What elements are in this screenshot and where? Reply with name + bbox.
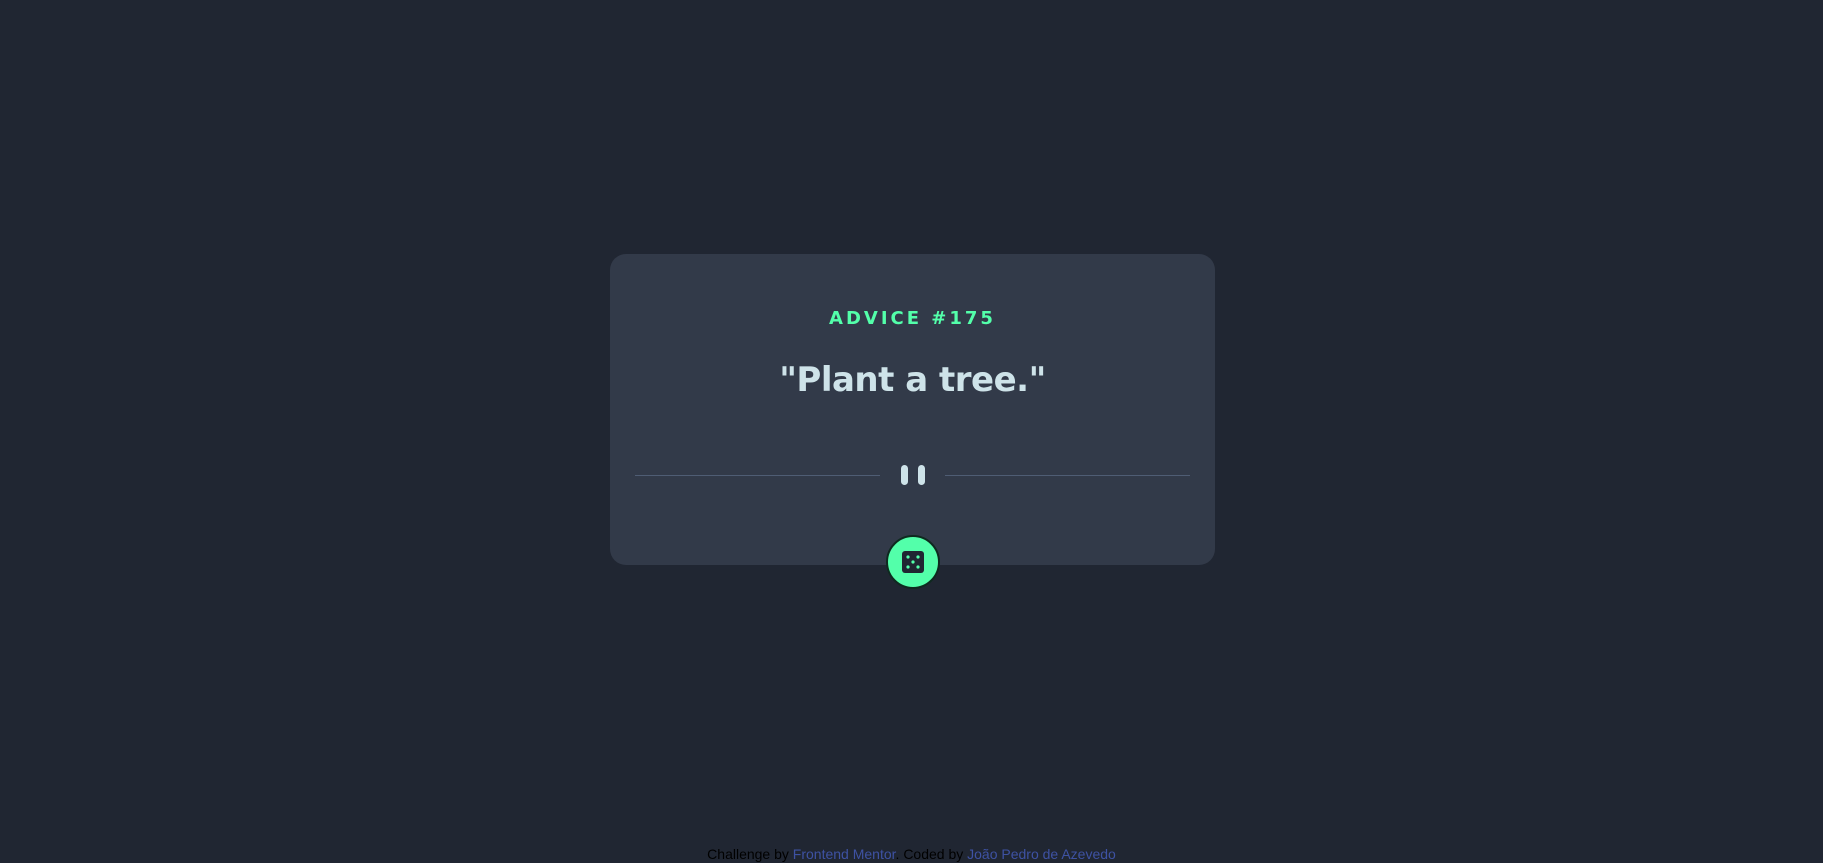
advice-card: ADVICE #175 "Plant a tree." — [610, 254, 1215, 589]
coded-prefix: Coded by — [903, 846, 964, 862]
attribution-footer: Challenge by Frontend Mentor. Coded by J… — [0, 845, 1823, 863]
divider — [635, 465, 1190, 485]
frontend-mentor-link[interactable]: Frontend Mentor — [793, 846, 896, 862]
divider-line-left — [635, 475, 880, 476]
pause-bar-left — [900, 465, 908, 485]
challenge-prefix: Challenge by — [707, 846, 789, 862]
author-link[interactable]: João Pedro de Azevedo — [967, 846, 1116, 862]
advice-quote: "Plant a tree." — [779, 360, 1046, 400]
pause-bar-right — [917, 465, 925, 485]
new-advice-button[interactable] — [885, 535, 940, 589]
pause-icon — [899, 465, 927, 485]
footer-separator: . — [895, 846, 900, 862]
divider-line-right — [945, 475, 1190, 476]
dice-icon — [901, 551, 924, 573]
advice-number: ADVICE #175 — [829, 308, 996, 329]
